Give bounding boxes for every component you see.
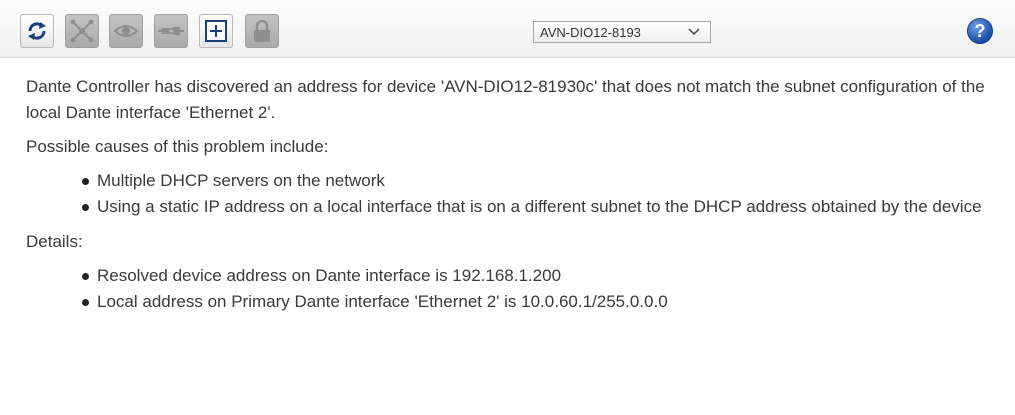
help-label: ? bbox=[974, 20, 986, 41]
lock-button[interactable] bbox=[245, 14, 279, 48]
refresh-button[interactable] bbox=[20, 14, 54, 48]
intro-text: Dante Controller has discovered an addre… bbox=[26, 77, 985, 122]
expand-plus-icon bbox=[205, 20, 227, 42]
toolbar: AVN-DIO12-8193 ? bbox=[0, 0, 1015, 58]
list-item: Local address on Primary Dante interface… bbox=[82, 289, 996, 315]
lock-icon bbox=[254, 19, 270, 42]
causes-heading: Possible causes of this problem include: bbox=[26, 137, 329, 156]
help-icon[interactable]: ? bbox=[967, 18, 993, 44]
plug-icon bbox=[158, 27, 184, 35]
details-list: Resolved device address on Dante interfa… bbox=[26, 263, 996, 315]
list-item: Resolved device address on Dante interfa… bbox=[82, 263, 996, 289]
chevron-down-icon[interactable] bbox=[682, 25, 706, 39]
eye-icon bbox=[113, 25, 139, 37]
expand-button[interactable] bbox=[199, 14, 233, 48]
device-select[interactable]: AVN-DIO12-8193 bbox=[533, 21, 711, 43]
refresh-icon bbox=[28, 22, 46, 40]
eye-button[interactable] bbox=[109, 14, 143, 48]
device-select-value: AVN-DIO12-8193 bbox=[540, 24, 641, 40]
network-button[interactable] bbox=[65, 14, 99, 48]
list-item: Multiple DHCP servers on the network bbox=[82, 168, 996, 194]
causes-list: Multiple DHCP servers on the network Usi… bbox=[26, 168, 996, 220]
list-item: Using a static IP address on a local int… bbox=[82, 194, 996, 220]
plug-button[interactable] bbox=[154, 14, 188, 48]
details-heading: Details: bbox=[26, 232, 83, 251]
network-icon bbox=[70, 19, 94, 43]
message-content: Dante Controller has discovered an addre… bbox=[26, 74, 996, 315]
